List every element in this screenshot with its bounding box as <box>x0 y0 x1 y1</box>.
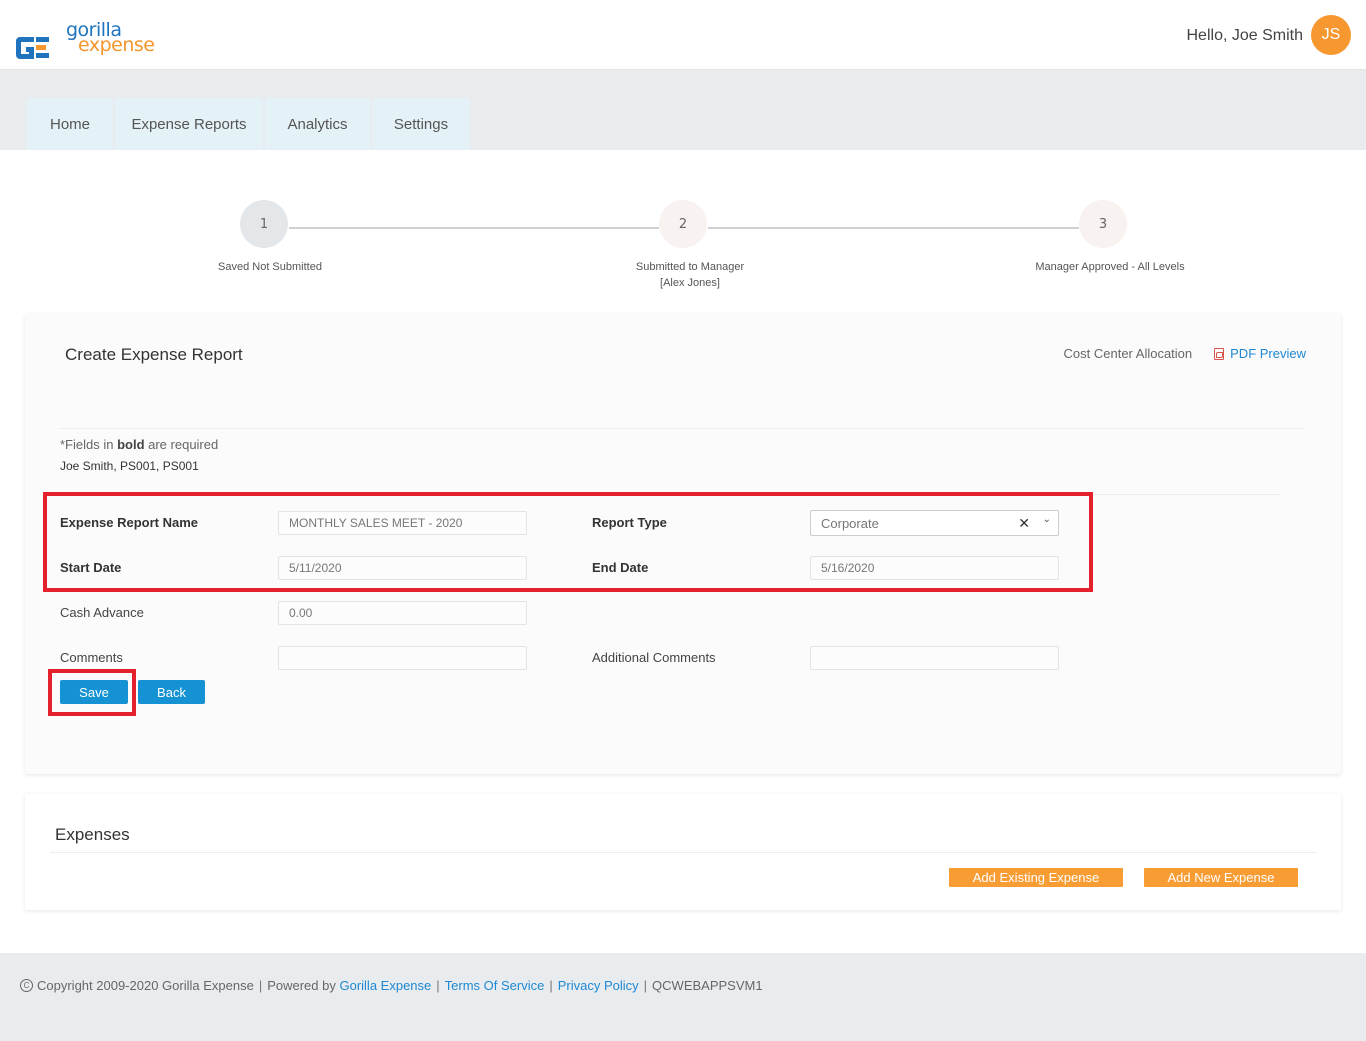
additional-comments-label: Additional Comments <box>592 650 716 665</box>
step-1-label: Saved Not Submitted <box>218 261 322 273</box>
gorilla-expense-link[interactable]: Gorilla Expense <box>339 978 431 993</box>
required-fields-highlight <box>43 492 1093 592</box>
create-report-card: Create Expense Report Cost Center Alloca… <box>25 314 1341 774</box>
add-existing-expense-button[interactable]: Add Existing Expense <box>949 868 1123 887</box>
powered-by-text: Powered by <box>267 978 336 993</box>
cash-advance-input[interactable]: 0.00 <box>278 601 527 625</box>
save-button-highlight <box>48 669 136 716</box>
page-footer: C Copyright 2009-2020 Gorilla Expense | … <box>0 953 1366 1041</box>
step-connector <box>708 227 1079 229</box>
comments-input[interactable] <box>278 646 527 670</box>
step-2-label: Submitted to Manager [Alex Jones] <box>635 261 745 289</box>
main-nav: Home Expense Reports Analytics Settings <box>0 70 1366 150</box>
required-fields-note: *Fields in bold are required <box>60 437 219 452</box>
gorilla-expense-logo[interactable]: gorilla expense <box>14 21 155 68</box>
cost-center-allocation-link[interactable]: Cost Center Allocation <box>1064 346 1193 361</box>
logo-text-expense: expense <box>78 34 155 56</box>
cash-advance-label: Cash Advance <box>60 605 144 620</box>
step-3-circle: 3 <box>1079 200 1127 248</box>
divider <box>59 428 1305 429</box>
pdf-preview-link[interactable]: PDF Preview <box>1214 346 1306 361</box>
additional-comments-input[interactable] <box>810 646 1059 670</box>
user-greeting: Hello, Joe Smith <box>1186 27 1304 44</box>
step-2-circle: 2 <box>659 200 707 248</box>
tab-home[interactable]: Home <box>27 98 113 150</box>
pdf-icon <box>1214 347 1225 360</box>
tab-settings[interactable]: Settings <box>372 98 470 150</box>
status-stepper: 1 2 3 Saved Not Submitted Submitted to M… <box>0 150 1366 300</box>
back-button[interactable]: Back <box>138 680 205 704</box>
tab-expense-reports[interactable]: Expense Reports <box>115 98 263 150</box>
logo-mark-icon <box>16 37 49 59</box>
pdf-preview-label: PDF Preview <box>1230 346 1306 361</box>
copyright-text: Copyright 2009-2020 Gorilla Expense <box>37 978 254 993</box>
report-owner: Joe Smith, PS001, PS001 <box>60 459 199 473</box>
expenses-card: Expenses Add Existing Expense Add New Ex… <box>25 794 1341 910</box>
top-header: gorilla expense Hello, Joe Smith JS <box>0 0 1366 70</box>
page-title: Create Expense Report <box>65 345 243 364</box>
server-name: QCWEBAPPSVM1 <box>652 978 763 993</box>
step-1-circle: 1 <box>240 200 288 248</box>
copyright-icon: C <box>20 979 33 992</box>
tab-analytics[interactable]: Analytics <box>265 98 370 150</box>
divider <box>50 852 1317 853</box>
privacy-policy-link[interactable]: Privacy Policy <box>558 978 639 993</box>
step-3-label: Manager Approved - All Levels <box>1035 261 1185 273</box>
terms-of-service-link[interactable]: Terms Of Service <box>445 978 545 993</box>
user-avatar[interactable]: JS <box>1311 15 1351 55</box>
add-new-expense-button[interactable]: Add New Expense <box>1144 868 1298 887</box>
expenses-title: Expenses <box>55 825 130 844</box>
comments-label: Comments <box>60 650 123 665</box>
step-connector <box>289 227 659 229</box>
